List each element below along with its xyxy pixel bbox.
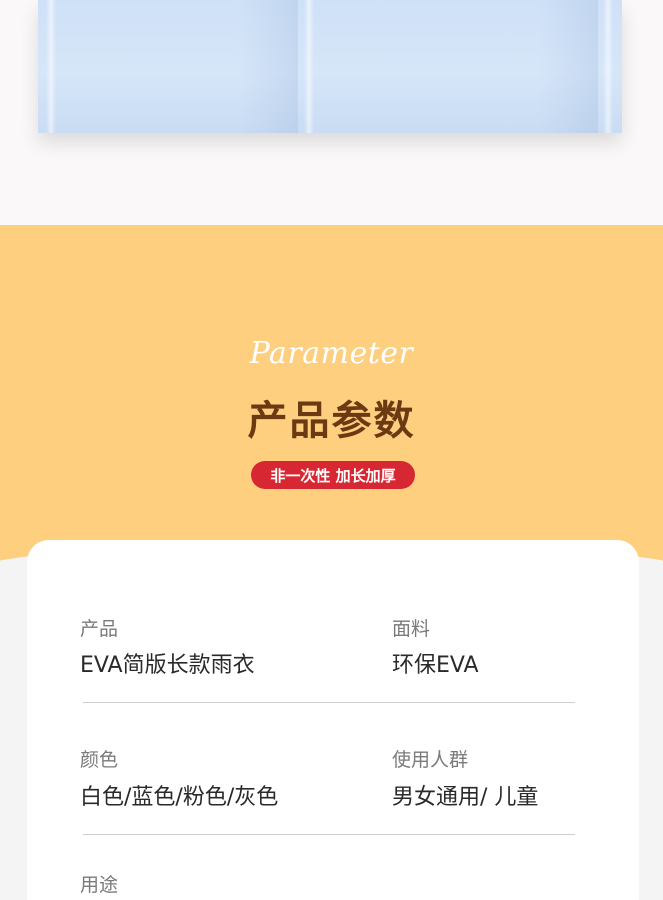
- color-label: 颜色: [80, 749, 119, 771]
- divider: [83, 702, 575, 703]
- product-label: 产品: [80, 618, 119, 640]
- parameter-card: [27, 540, 639, 900]
- usage-label: 用途: [80, 874, 119, 896]
- product-photo-section: [0, 0, 663, 225]
- page: Parameter 产品参数 非一次性 加长加厚 产品 EVA简版长款雨衣 面料…: [0, 0, 663, 900]
- fabric-value: 环保EVA: [392, 653, 479, 678]
- product-value: EVA简版长款雨衣: [80, 653, 255, 678]
- script-title: Parameter: [249, 336, 414, 371]
- color-value: 白色/蓝色/粉色/灰色: [80, 785, 279, 810]
- users-label: 使用人群: [392, 749, 469, 771]
- page-title: 产品参数: [247, 398, 416, 444]
- feature-badge: 非一次性 加长加厚: [251, 461, 415, 489]
- divider: [83, 834, 575, 835]
- product-image: [38, 0, 622, 133]
- fabric-label: 面料: [392, 618, 431, 640]
- users-value: 男女通用/ 儿童: [392, 785, 539, 810]
